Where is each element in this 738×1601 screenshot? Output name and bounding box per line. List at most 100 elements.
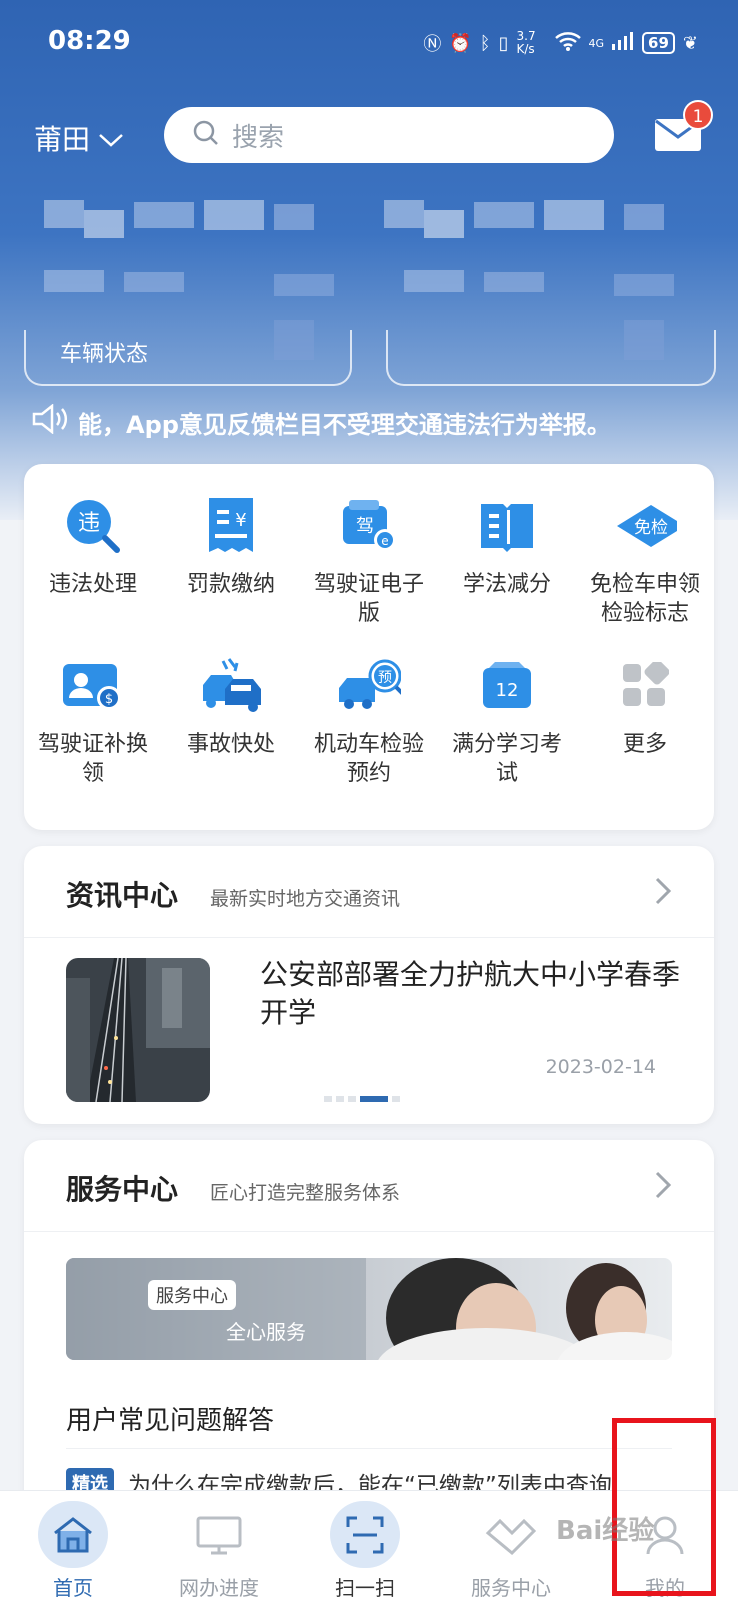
vehicle-card-secondary[interactable]	[386, 330, 716, 386]
calendar-exam-icon: 12	[475, 654, 539, 718]
leaf-icon: ❦	[682, 32, 698, 54]
service-inspection-booking[interactable]: 预 机动车检验预约	[300, 654, 438, 788]
notice-text: 能，App意见反馈栏目不受理交通违法行为举报。	[78, 410, 611, 439]
tab-home[interactable]: 首页	[0, 1491, 146, 1601]
nfc-icon: Ⓝ	[423, 34, 442, 55]
service-label: 机动车检验预约	[313, 732, 424, 786]
chevron-right-icon[interactable]	[654, 1170, 672, 1204]
divider	[66, 1448, 672, 1449]
home-icon	[38, 1501, 108, 1568]
scan-icon	[330, 1501, 400, 1568]
city-selector[interactable]: 莆田	[34, 118, 124, 158]
service-accident[interactable]: 事故快处	[162, 654, 300, 788]
carousel-dot-active	[360, 1096, 388, 1102]
carousel-dot	[348, 1096, 356, 1102]
status-icons: Ⓝ ⏰ ᛒ ▯ 3.7 K/s 4G 69 ❦	[423, 30, 698, 56]
faq-heading[interactable]: 用户常见问题解答	[66, 1400, 274, 1437]
chevron-right-icon[interactable]	[654, 876, 672, 910]
wifi-icon	[554, 31, 581, 56]
carousel-dot	[392, 1096, 400, 1102]
tab-label: 扫一扫	[335, 1576, 395, 1600]
svg-text:¥: ¥	[235, 510, 246, 531]
fine-receipt-icon: ¥	[199, 494, 263, 558]
annotation-highlight-box	[612, 1418, 716, 1596]
net-speed: 3.7 K/s	[516, 29, 536, 56]
search-placeholder: 搜索	[232, 122, 285, 153]
more-grid-icon	[613, 654, 677, 718]
service-study-points[interactable]: 学法减分	[438, 494, 576, 628]
news-article-date: 2023-02-14	[545, 1056, 656, 1078]
service-label: 满分学习考试	[451, 732, 562, 786]
banner-text: 全心服务	[226, 1320, 306, 1344]
exam-tag-text: 12	[496, 680, 519, 701]
booking-tag-text: 预	[378, 670, 392, 686]
service-label: 学法减分	[462, 572, 551, 597]
svg-text:驾: 驾	[356, 516, 374, 537]
service-label: 更多	[622, 732, 667, 757]
battery-indicator: 69	[642, 32, 675, 54]
service-center-subtitle: 匠心打造完整服务体系	[210, 1182, 401, 1204]
divider	[24, 1231, 714, 1232]
news-subtitle: 最新实时地方交通资讯	[210, 888, 401, 910]
news-thumbnail[interactable]	[66, 958, 210, 1102]
news-title: 资讯中心	[66, 879, 179, 912]
violation-search-icon: 违	[61, 494, 125, 558]
inspection-booking-icon: 预	[337, 654, 401, 718]
signal-icon	[612, 31, 634, 55]
service-more[interactable]: 更多	[576, 654, 714, 788]
service-banner[interactable]: 服务中心 全心服务	[66, 1258, 672, 1360]
service-full-score-exam[interactable]: 12 满分学习考试	[438, 654, 576, 788]
service-e-license[interactable]: 驾e 驾驶证电子版	[300, 494, 438, 628]
service-exempt-inspection[interactable]: 免检 免检车申领检验标志	[576, 494, 714, 628]
chevron-down-icon	[98, 122, 124, 155]
service-violation[interactable]: 违 违法处理	[24, 494, 162, 628]
handshake-icon	[476, 1501, 546, 1568]
status-time: 08:29	[48, 26, 131, 56]
carousel-indicator	[324, 1096, 400, 1102]
search-bar[interactable]: 搜索	[164, 107, 614, 163]
signal-label: 4G	[588, 36, 605, 50]
monitor-icon	[184, 1501, 254, 1568]
book-icon	[475, 494, 539, 558]
alarm-icon: ⏰	[449, 32, 472, 54]
e-license-icon: 驾e	[337, 494, 401, 558]
speaker-icon	[32, 404, 70, 440]
exempt-tag-text: 免检	[634, 518, 668, 538]
search-icon	[192, 119, 220, 151]
service-label: 驾驶证电子版	[313, 572, 424, 626]
notice-bar[interactable]: 能，App意见反馈栏目不受理交通违法行为举报。	[32, 404, 732, 440]
svg-text:$: $	[105, 692, 113, 707]
vehicle-status-label: 车辆状态	[60, 342, 149, 367]
tab-label: 服务中心	[471, 1576, 551, 1600]
vibrate-icon: ▯	[498, 32, 509, 54]
watermark: Bai经验	[556, 1516, 655, 1546]
bluetooth-icon: ᛒ	[479, 32, 491, 54]
license-replace-icon: $	[61, 654, 125, 718]
tab-label: 网办进度	[179, 1576, 259, 1600]
service-grid: 违 违法处理 ¥ 罚款缴纳 驾e 驾驶证电子版 学法减分 免检 免检车申领检验标…	[24, 494, 714, 788]
city-label: 莆田	[34, 123, 91, 156]
service-license-replace[interactable]: $ 驾驶证补换领	[24, 654, 162, 788]
service-center-title: 服务中心	[66, 1173, 179, 1206]
banner-tag: 服务中心	[148, 1280, 236, 1310]
vehicle-status-card[interactable]: 车辆状态	[24, 330, 352, 386]
carousel-dot	[336, 1096, 344, 1102]
divider	[24, 937, 714, 938]
exempt-tag-icon: 免检	[613, 494, 677, 558]
svg-text:e: e	[381, 534, 388, 548]
mail-badge: 1	[683, 100, 713, 130]
service-grid-card: 违 违法处理 ¥ 罚款缴纳 驾e 驾驶证电子版 学法减分 免检 免检车申领检验标…	[24, 464, 714, 830]
service-label: 免检车申领检验标志	[589, 572, 700, 626]
service-fine-payment[interactable]: ¥ 罚款缴纳	[162, 494, 300, 628]
news-header[interactable]: 资讯中心 最新实时地方交通资讯	[66, 874, 400, 914]
status-bar: 08:29 Ⓝ ⏰ ᛒ ▯ 3.7 K/s 4G 69 ❦	[0, 0, 738, 84]
news-article-title[interactable]: 公安部部署全力护航大中小学春季开学	[260, 956, 680, 1032]
tab-scan[interactable]: 扫一扫	[292, 1491, 438, 1601]
service-label: 违法处理	[48, 572, 137, 597]
service-center-header[interactable]: 服务中心 匠心打造完整服务体系	[66, 1168, 400, 1208]
tab-label: 首页	[53, 1576, 93, 1600]
tab-progress[interactable]: 网办进度	[146, 1491, 292, 1601]
accident-icon	[199, 654, 263, 718]
svg-text:违: 违	[78, 511, 100, 536]
service-label: 事故快处	[186, 732, 275, 757]
